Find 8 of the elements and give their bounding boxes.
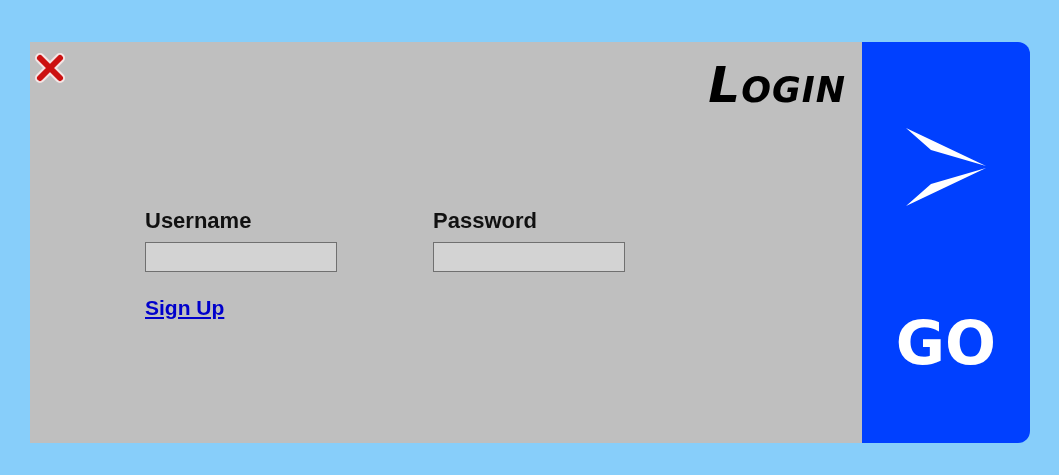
sign-up-link[interactable]: Sign Up [145, 296, 225, 320]
field-label: Password [433, 208, 538, 234]
login-title: Login [708, 60, 846, 110]
field-label: Username [145, 208, 253, 234]
go-button[interactable]: GO [862, 42, 1030, 443]
username-field[interactable] [145, 242, 337, 272]
password-field[interactable] [433, 242, 625, 272]
close-icon[interactable] [32, 50, 68, 86]
